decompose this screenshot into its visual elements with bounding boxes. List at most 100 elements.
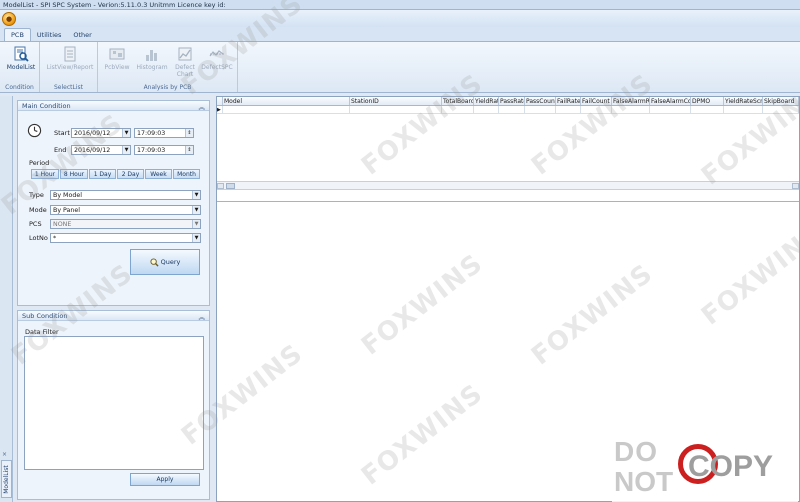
- column-header-totalboard[interactable]: TotalBoard: [442, 97, 474, 105]
- pcs-value: NONE: [53, 220, 72, 228]
- report-icon: [64, 46, 76, 62]
- listview-report-button[interactable]: ListView/Report: [44, 46, 96, 71]
- type-label: Type: [29, 191, 44, 199]
- period-month-button[interactable]: Month: [173, 169, 200, 179]
- window-title-bar: ModelList - SPI SPC System - Verion:5.11…: [0, 0, 800, 10]
- ribbon-tabs: PCB Utilities Other: [0, 27, 800, 41]
- end-date-picker[interactable]: 2016/09/12 ▼: [71, 145, 131, 155]
- column-header-falsealarmcount[interactable]: FalseAlarmCount: [650, 97, 691, 105]
- start-label: Start: [54, 129, 70, 137]
- main-condition-panel: Main Condition ︽ Start 2016/09/12 ▼ 17:0…: [17, 100, 210, 306]
- chevron-down-icon[interactable]: ▼: [192, 234, 200, 242]
- do-not-copy-stamp: DO NOT COPY: [612, 436, 798, 502]
- chevron-down-icon[interactable]: ▼: [192, 220, 200, 228]
- defect-chart-label: Defect Chart: [175, 64, 195, 78]
- chevron-down-icon[interactable]: ▼: [122, 129, 130, 137]
- defect-chart-icon: [178, 47, 192, 61]
- scroll-left-button[interactable]: [217, 183, 224, 189]
- lotno-value: *: [53, 234, 57, 242]
- apply-button[interactable]: Apply: [130, 473, 200, 486]
- period-8-hour-button[interactable]: 8 Hour: [60, 169, 88, 179]
- results-grid[interactable]: Model StationID TotalBoard YieldRate Pas…: [217, 97, 799, 181]
- end-label: End: [54, 146, 67, 154]
- column-header-skipboard[interactable]: SkipBoard: [763, 97, 799, 105]
- collapse-icon[interactable]: ︽: [199, 101, 206, 111]
- group-name-analysis: Analysis by PCB: [143, 84, 192, 91]
- tab-other[interactable]: Other: [67, 28, 97, 41]
- mode-label: Mode: [29, 206, 47, 214]
- column-header-falsealarmrate[interactable]: FalseAlarmRate: [612, 97, 650, 105]
- pcs-select[interactable]: NONE ▼: [50, 219, 201, 229]
- pcbview-label: PcbView: [104, 64, 130, 71]
- start-date-picker[interactable]: 2016/09/12 ▼: [71, 128, 131, 138]
- column-header-stationid[interactable]: StationID: [350, 97, 442, 105]
- defect-spc-button[interactable]: DefectSPC: [200, 46, 234, 71]
- listview-report-label: ListView/Report: [46, 64, 94, 71]
- chevron-down-icon[interactable]: ▼: [192, 191, 200, 199]
- period-2-day-button[interactable]: 2 Day: [117, 169, 144, 179]
- group-name-selectlist: SelectList: [54, 84, 83, 91]
- column-header-yieldrate[interactable]: YieldRate: [474, 97, 499, 105]
- main-condition-title: Main Condition: [22, 101, 71, 110]
- type-value: By Model: [53, 191, 82, 199]
- pin-close-icon[interactable]: ×: [2, 451, 7, 458]
- table-row[interactable]: ▶: [217, 106, 799, 114]
- histogram-button[interactable]: Histogram: [134, 46, 170, 71]
- spinner-arrows-icon[interactable]: ⇕: [185, 146, 193, 154]
- data-filter-box[interactable]: [24, 336, 204, 470]
- query-button[interactable]: Query: [130, 249, 200, 275]
- mode-select[interactable]: By Panel ▼: [50, 205, 201, 215]
- chevron-down-icon[interactable]: ▼: [192, 206, 200, 214]
- condition-pane: Main Condition ︽ Start 2016/09/12 ▼ 17:0…: [17, 96, 210, 502]
- histogram-icon: [146, 50, 157, 61]
- spinner-arrows-icon[interactable]: ⇕: [185, 129, 193, 137]
- data-filter-label: Data Filter: [25, 328, 59, 336]
- ribbon-group-condition: ModelList Condition: [0, 42, 40, 92]
- tab-pcb[interactable]: PCB: [4, 28, 31, 41]
- end-date-value: 2016/09/12: [74, 146, 111, 154]
- sub-condition-title: Sub Condition: [22, 311, 68, 320]
- chevron-down-icon[interactable]: ▼: [122, 146, 130, 154]
- collapse-icon[interactable]: ︽: [199, 311, 206, 321]
- column-header-passrate[interactable]: PassRate: [499, 97, 525, 105]
- column-header-dpmo[interactable]: DPMO: [691, 97, 724, 105]
- column-header-yieldratescrap[interactable]: YieldRateScrap: [724, 97, 763, 105]
- group-name-condition: Condition: [5, 84, 34, 91]
- column-header-model[interactable]: Model: [223, 97, 350, 105]
- sub-condition-panel: Sub Condition ︽ Data Filter Apply: [17, 310, 210, 500]
- modellist-button[interactable]: ModelList: [5, 46, 37, 71]
- ribbon: ModelList Condition ListView/Report Sele…: [0, 41, 800, 93]
- period-week-button[interactable]: Week: [145, 169, 172, 179]
- lotno-combo[interactable]: * ▼: [50, 233, 201, 243]
- column-header-passcount[interactable]: PassCount: [525, 97, 556, 105]
- query-label: Query: [160, 258, 181, 266]
- ribbon-group-analysis: PcbView Histogram Defect Chart DefectSPC: [98, 42, 238, 92]
- vertical-tab-modellist[interactable]: ModelList: [1, 460, 12, 498]
- stamp-line1: DO: [614, 436, 658, 467]
- column-header-failrate[interactable]: FailRate: [556, 97, 581, 105]
- tab-utilities[interactable]: Utilities: [31, 28, 67, 41]
- mode-value: By Panel: [53, 206, 81, 214]
- period-1-day-button[interactable]: 1 Day: [89, 169, 116, 179]
- period-1-hour-button[interactable]: 1 Hour: [31, 169, 59, 179]
- scroll-right-button[interactable]: [792, 183, 799, 189]
- type-select[interactable]: By Model ▼: [50, 190, 201, 200]
- pcb-view-icon: [109, 48, 125, 60]
- pcbview-button[interactable]: PcbView: [102, 46, 132, 71]
- scroll-thumb[interactable]: [226, 183, 235, 189]
- vertical-tab-label: ModelList: [3, 464, 11, 494]
- start-time-spinner[interactable]: 17:09:03 ⇕: [134, 128, 194, 138]
- grid-horizontal-scrollbar[interactable]: [217, 181, 799, 190]
- ribbon-group-selectlist: ListView/Report SelectList: [40, 42, 98, 92]
- end-time-spinner[interactable]: 17:09:03 ⇕: [134, 145, 194, 155]
- defect-spc-label: DefectSPC: [201, 64, 233, 71]
- clock-icon: [27, 123, 42, 138]
- defect-chart-button[interactable]: Defect Chart: [172, 46, 198, 78]
- sub-condition-header[interactable]: Sub Condition ︽: [18, 311, 209, 321]
- app-menu-button[interactable]: ●: [2, 11, 16, 26]
- column-header-failcount[interactable]: FailCount: [581, 97, 612, 105]
- lotno-label: LotNo: [29, 234, 48, 242]
- main-condition-header[interactable]: Main Condition ︽: [18, 101, 209, 111]
- side-dock-strip: × ModelList: [0, 96, 13, 502]
- modellist-label: ModelList: [6, 64, 36, 71]
